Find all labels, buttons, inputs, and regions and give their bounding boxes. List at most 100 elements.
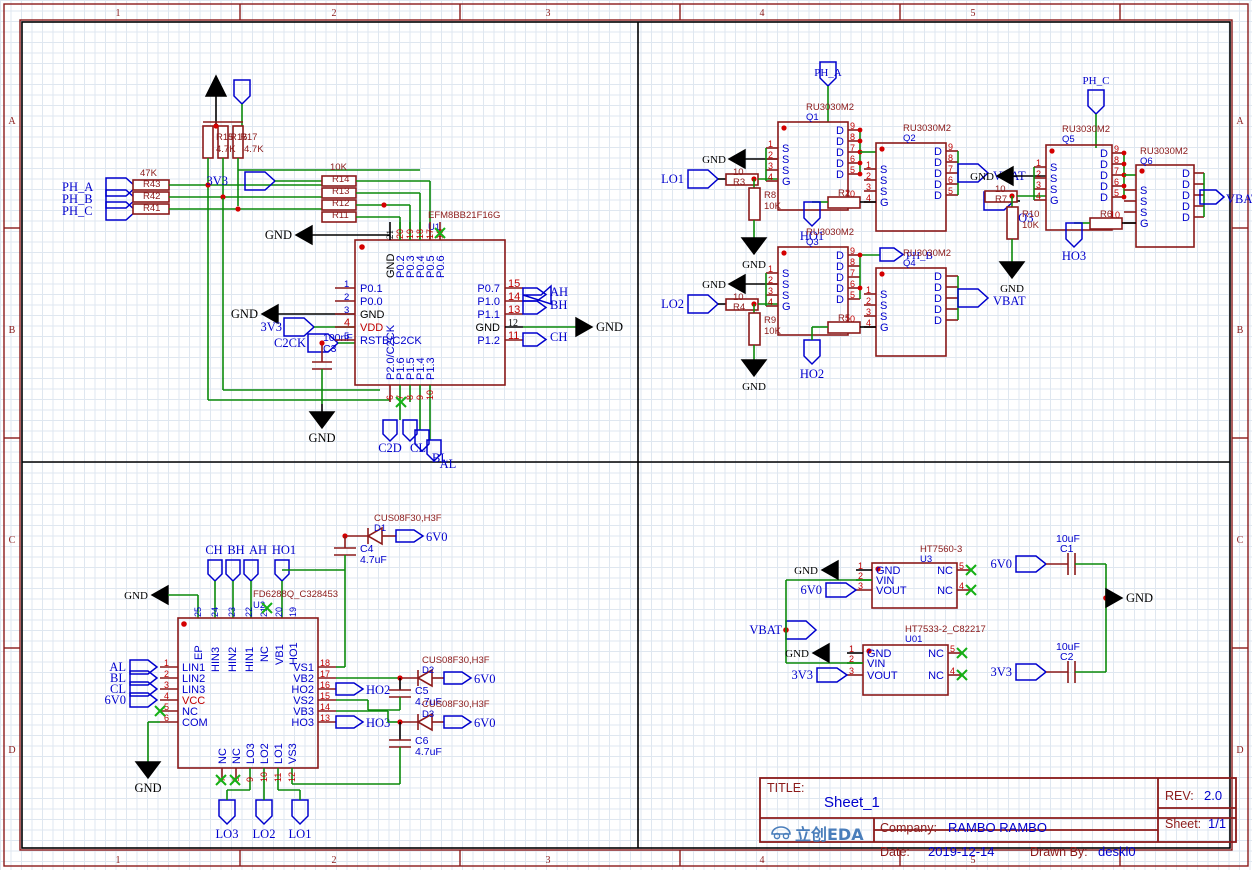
q3-rpn-6: 6 [850,279,855,289]
q3-rpn-5: 5 [850,290,855,300]
r5-ref: R5 [838,313,850,324]
mcu-lpin-2: P0.0 [360,296,383,308]
col-label-5: 5 [971,8,976,19]
rpack-4k7-val: 4.7K [216,144,236,155]
pin1-marker [879,146,885,152]
u01-lpn-2: 2 [849,654,854,664]
q1-rpn-8: 8 [850,132,855,142]
q2-lp-4: G [880,197,889,209]
drv-tp-24: HIN3 [210,647,222,672]
q1-rp-5: D [836,169,844,181]
sheet-value: 1/1 [1208,816,1226,831]
row-label-b2: B [1237,325,1244,336]
net-flag-c2d [382,419,398,443]
drv-rpn-15: 15 [320,691,330,701]
q3-lpn-4: 4 [768,297,773,307]
mcu-rpin-12: GND [476,322,501,334]
rpack-4k7-ref3: R17 [240,132,257,143]
net-label-c2ck: C2CK [274,336,306,350]
r6-ref: R6 [1100,209,1112,220]
col-label-b2: 2 [332,855,337,866]
diode-d1 [345,526,396,546]
drv-bp-9: LO3 [245,743,257,764]
col-label-b1: 1 [116,855,121,866]
resistor-pack-47k [132,179,325,215]
capacitor-c1 [1046,553,1106,575]
q2-ref: Q2 [903,133,916,144]
pin1-marker [1049,148,1055,154]
mcu-lpin-n-4: 4 [344,317,350,329]
junction-dot [857,252,863,258]
row-label-b: B [9,325,16,336]
q5-lpn-3: 3 [1036,180,1041,190]
drv-bpn-12: 12 [287,772,297,782]
quadrant-b-power-stage: PH_A LO1 10 R3 R8 10K GND GND RU3030M2 Q… [661,61,1252,393]
drv-bp-12: VS3 [287,743,299,764]
drv-bp-10: LO2 [259,743,271,764]
u01-rp-5: NC [928,648,944,660]
net-label-ah: AH [550,285,568,299]
q5-rpn-6: 6 [1114,177,1119,187]
net-label-ch-c: CH [205,543,222,557]
drv-rpn-18: 18 [320,658,330,668]
mcu-tpin-n-19: 19 [405,229,415,239]
mcu-rpin-n-13: 13 [508,304,520,316]
q1-rpn-6: 6 [850,154,855,164]
mcu-bottom-pins [389,385,431,440]
q4-lpn-1: 1 [866,285,871,295]
net-flag-al-c [129,659,159,675]
junction-dot [857,171,863,177]
net-label-6v0-d2: 6V0 [474,672,496,686]
drawn-label: Drawn By: [1030,845,1088,859]
net-flag-ch [522,332,548,347]
drawn-value: deskl0 [1098,844,1136,859]
rpack-10k-r11: R11 [332,210,349,221]
u3-rpn-4: 4 [959,581,964,591]
schematic-canvas: 1 2 3 4 5 1 2 3 4 5 A B C D A B C D R15 … [3,3,1252,867]
row-label-c: C [9,535,16,546]
u01-lpn-3: 3 [849,666,854,676]
mcu-tpin-16: P0.6 [435,255,447,278]
net-label-6v0-d3: 6V0 [474,716,496,730]
net-flag-6v0-c1 [1015,555,1048,573]
net-flag-lo1-c [278,789,309,826]
gnd-label-u3: GND [794,565,818,577]
resistor-r8 [740,179,768,256]
mcu-lpin-3: GND [360,309,385,321]
junction-dot [381,202,387,208]
q5-lpn-2: 2 [1036,169,1041,179]
net-label-6v0-u3: 6V0 [800,583,822,597]
mcu-lpin-1: P0.1 [360,283,383,295]
u3-rpn-5: 5 [959,561,964,571]
drv-tp-22: HIN1 [244,647,256,672]
net-label-bh: BH [550,298,567,312]
q5-rpn-5: 5 [1114,188,1119,198]
q2-rpn-5: 5 [948,186,953,196]
net-flag-3v3-a [244,171,325,191]
net-flag-sig [233,79,251,126]
row-label-a: A [8,116,16,127]
u01-lp-2: VIN [867,658,885,670]
mcu-bpin-10: P1.3 [425,357,437,380]
drv-tp-25: EP [193,645,205,660]
title-label: TITLE: [767,781,805,795]
drv-lpn-3: 3 [164,680,169,690]
gnd-symbol-caps [1105,587,1124,609]
mcu-rpin-11: P1.2 [477,335,500,347]
col-label-1: 1 [116,8,121,19]
drv-bpn-11: 11 [273,773,283,782]
gnd-label-right: GND [596,320,623,334]
rpack-47k-r42: R42 [143,191,160,202]
drv-lpn-4: 4 [164,691,169,701]
mcu-bpin-n-9: 9 [415,395,425,400]
col-label-2: 2 [332,8,337,19]
drv-tpn-20: 20 [274,607,284,617]
junction-dot [1121,150,1127,156]
drv-rpn-16: 16 [320,680,330,690]
u01-rp-4: NC [928,670,944,682]
c1-ref: C1 [1060,543,1074,555]
u01-lp-3: VOUT [867,670,898,682]
r10-ref: R10 [1022,209,1039,220]
q4-lpn-3: 3 [866,307,871,317]
gnd-symbol-u3 [820,559,839,581]
